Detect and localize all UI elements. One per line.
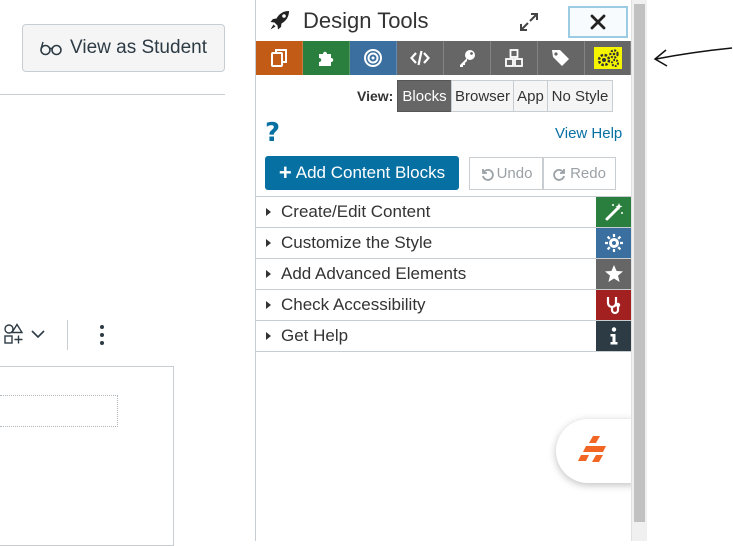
add-content-blocks-label: Add Content Blocks [295, 163, 446, 182]
panel-title: Design Tools [303, 8, 429, 33]
target-tool-button[interactable] [350, 41, 397, 75]
expand-icon[interactable] [519, 12, 539, 32]
close-icon [590, 14, 606, 30]
section-label: Create/Edit Content [281, 202, 431, 221]
section-label: Check Accessibility [281, 295, 426, 314]
plus-icon: + [278, 160, 292, 185]
logo-icon [578, 436, 606, 462]
puzzle-icon [319, 51, 334, 66]
caret-right-icon [266, 332, 271, 340]
course-content-area: View as Student [0, 0, 255, 546]
help-icon[interactable]: ? [265, 118, 280, 148]
caret-right-icon [266, 301, 271, 309]
view-as-student-button[interactable]: View as Student [22, 24, 225, 72]
stethoscope-icon [596, 290, 631, 320]
copy-tool-button[interactable] [256, 41, 303, 75]
rocket-icon [270, 11, 289, 30]
info-icon [596, 321, 631, 351]
view-mode-tabs: Blocks Browser App No Style [397, 80, 613, 112]
gear-sun-icon [596, 228, 631, 258]
undo-icon [481, 168, 494, 181]
close-button[interactable] [568, 6, 628, 38]
editor-area[interactable] [0, 366, 174, 546]
redo-button[interactable]: Redo [543, 157, 616, 190]
toolbar-separator [67, 320, 68, 350]
tab-browser[interactable]: Browser [451, 80, 514, 112]
magic-wand-icon [596, 197, 631, 227]
tools-toolbar [256, 41, 631, 75]
view-label: View: [357, 88, 394, 104]
cubes-icon [505, 49, 523, 67]
section-label: Add Advanced Elements [281, 264, 467, 283]
gears-tool-button[interactable] [585, 41, 631, 75]
tab-blocks[interactable]: Blocks [397, 80, 452, 112]
section-add-advanced-elements[interactable]: Add Advanced Elements [256, 258, 631, 289]
section-label: Customize the Style [281, 233, 433, 252]
copy-icon [271, 49, 287, 67]
redo-label: Redo [570, 165, 606, 182]
shapes-icon [4, 323, 24, 344]
code-icon [410, 50, 430, 66]
tab-no-style[interactable]: No Style [547, 80, 613, 112]
section-create-edit-content[interactable]: Create/Edit Content [256, 196, 631, 227]
star-icon [596, 259, 631, 289]
view-as-student-label: View as Student [70, 37, 207, 58]
panel-header: Design Tools [256, 0, 632, 41]
key-icon [460, 50, 475, 67]
caret-right-icon [266, 208, 271, 216]
add-content-blocks-button[interactable]: + Add Content Blocks [265, 156, 459, 190]
section-get-help[interactable]: Get Help [256, 320, 631, 352]
tools-accordion: Create/Edit Content Customize the Style [256, 196, 631, 352]
undo-button[interactable]: Undo [469, 157, 543, 190]
cubes-tool-button[interactable] [491, 41, 538, 75]
tags-tool-button[interactable] [538, 41, 585, 75]
chevron-down-icon [31, 330, 45, 339]
redo-icon [553, 168, 565, 181]
undo-label: Undo [496, 165, 533, 182]
target-icon [364, 49, 382, 67]
code-tool-button[interactable] [397, 41, 444, 75]
caret-right-icon [266, 270, 271, 278]
glasses-icon [40, 41, 62, 56]
annotation-arrow-icon [653, 47, 733, 67]
tags-icon [552, 50, 569, 66]
assistant-launcher-button[interactable] [556, 419, 636, 483]
design-tools-panel: Design Tools View: Blocks Browser App No… [255, 0, 636, 541]
key-tool-button[interactable] [444, 41, 491, 75]
puzzle-tool-button[interactable] [303, 41, 350, 75]
editor-placeholder-block [0, 395, 118, 427]
section-check-accessibility[interactable]: Check Accessibility [256, 289, 631, 320]
view-help-link[interactable]: View Help [555, 125, 622, 142]
caret-right-icon [266, 239, 271, 247]
tab-app[interactable]: App [513, 80, 548, 112]
more-options-icon[interactable] [92, 322, 112, 348]
section-label: Get Help [281, 326, 349, 345]
section-customize-style[interactable]: Customize the Style [256, 227, 631, 258]
gears-icon [593, 47, 622, 69]
shapes-dropdown[interactable] [3, 322, 45, 346]
panel-scrollbar[interactable] [631, 0, 647, 541]
divider [0, 94, 225, 95]
scrollbar-thumb[interactable] [634, 4, 645, 522]
